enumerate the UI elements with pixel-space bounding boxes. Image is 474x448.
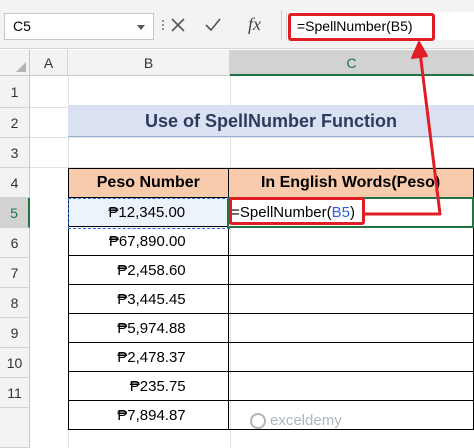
editing-cell[interactable]: =SpellNumber(B5) <box>227 196 474 228</box>
peso-cell[interactable]: ₱2,458.60 <box>68 255 229 285</box>
words-cell[interactable] <box>227 255 474 285</box>
table-header-row: Peso Number In English Words(Peso) <box>68 168 474 198</box>
row-header-6[interactable]: 6 <box>0 228 30 258</box>
header-english-words[interactable]: In English Words(Peso) <box>227 168 474 198</box>
column-header-a[interactable]: A <box>30 50 68 76</box>
column-header-b[interactable]: B <box>68 50 230 76</box>
words-cell[interactable] <box>227 342 474 372</box>
words-cell[interactable] <box>227 226 474 256</box>
peso-cell[interactable]: ₱3,445.45 <box>68 284 229 314</box>
words-cell[interactable] <box>227 284 474 314</box>
row-header-2[interactable]: 2 <box>0 108 30 138</box>
formula-input[interactable]: =SpellNumber(B5) <box>286 12 474 40</box>
formula-text-end: ) <box>349 203 355 221</box>
row-header-12[interactable] <box>0 408 30 448</box>
table-row: ₱5,974.88 <box>68 313 474 343</box>
peso-cell[interactable]: ₱12,345.00 <box>68 197 229 227</box>
formula-bar-separator <box>281 10 282 40</box>
table-row: ₱3,445.45 <box>68 284 474 314</box>
insert-function-icon[interactable]: fx <box>248 11 272 37</box>
peso-cell[interactable]: ₱235.75 <box>68 371 229 401</box>
peso-cell[interactable]: ₱5,974.88 <box>68 313 229 343</box>
enter-icon[interactable] <box>203 15 223 35</box>
table-row: ₱235.75 <box>68 371 474 401</box>
header-peso-number[interactable]: Peso Number <box>68 168 229 198</box>
name-box[interactable]: C5 <box>4 13 154 40</box>
table-row: ₱67,890.00 <box>68 226 474 256</box>
row-header-11[interactable]: 11 <box>0 378 30 408</box>
gridline <box>30 137 474 138</box>
chevron-down-icon[interactable] <box>137 25 145 30</box>
exceldemy-logo-icon <box>250 413 266 430</box>
row-header-5[interactable]: 5 <box>0 198 30 228</box>
more-options-icon[interactable] <box>158 18 168 36</box>
row-header-3[interactable]: 3 <box>0 138 30 168</box>
sheet-title: Use of SpellNumber Function <box>68 105 474 137</box>
column-header-c[interactable]: C <box>230 50 474 76</box>
select-all-triangle-icon <box>16 62 26 72</box>
peso-cell[interactable]: ₱2,478.37 <box>68 342 229 372</box>
peso-cell[interactable]: ₱67,890.00 <box>68 226 229 256</box>
words-cell[interactable] <box>227 371 474 401</box>
formula-reference: B5 <box>331 203 350 221</box>
row-header-9[interactable]: 9 <box>0 318 30 348</box>
row-header-8[interactable]: 8 <box>0 288 30 318</box>
row-header-7[interactable]: 7 <box>0 258 30 288</box>
name-box-value: C5 <box>13 18 31 34</box>
cancel-icon[interactable] <box>168 15 188 35</box>
watermark-text: exceldemy <box>270 412 342 429</box>
formula-bar: C5 fx =SpellNumber(B5) <box>0 0 474 49</box>
row-header-10[interactable]: 10 <box>0 348 30 378</box>
row-header-1[interactable]: 1 <box>0 76 30 108</box>
table-row: ₱2,458.60 <box>68 255 474 285</box>
select-all-corner[interactable] <box>0 50 30 76</box>
formula-text: =SpellNumber( <box>231 203 332 221</box>
peso-cell[interactable]: ₱7,894.87 <box>68 400 229 430</box>
watermark: exceldemy <box>250 412 342 436</box>
words-cell[interactable] <box>227 313 474 343</box>
data-table: Peso Number In English Words(Peso) ₱12,3… <box>68 168 474 430</box>
row-header-4[interactable]: 4 <box>0 168 30 198</box>
table-row: ₱12,345.00 =SpellNumber(B5) <box>68 196 474 228</box>
table-row: ₱2,478.37 <box>68 342 474 372</box>
